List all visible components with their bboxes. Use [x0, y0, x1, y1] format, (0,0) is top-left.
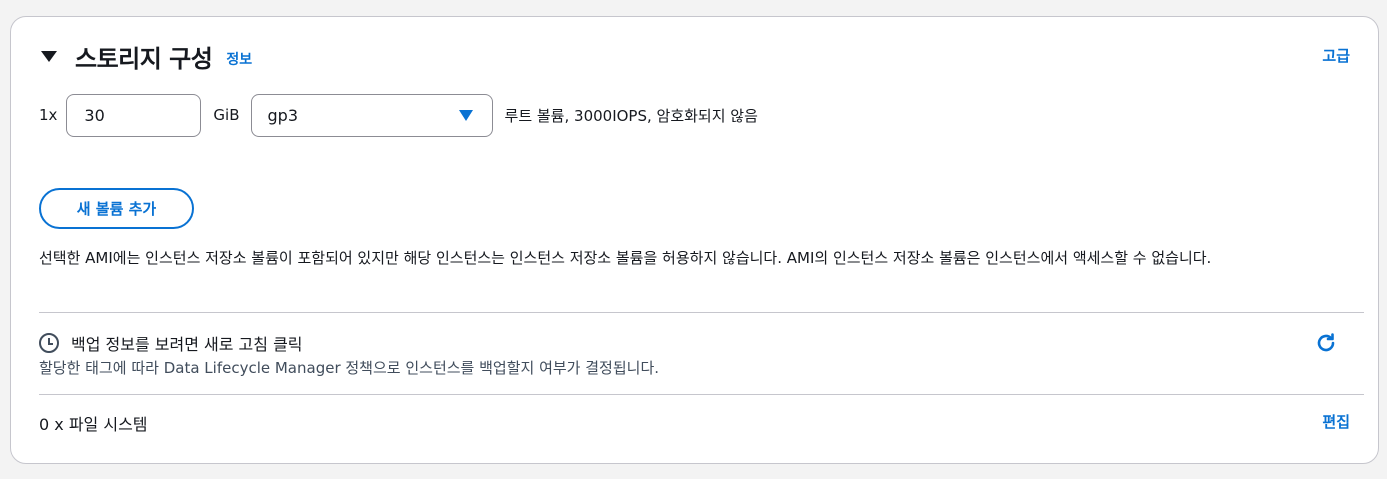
info-link[interactable]: 정보 — [226, 49, 252, 69]
backup-subtitle: 할당한 태그에 따라 Data Lifecycle Manager 정책으로 인… — [39, 359, 660, 377]
volume-size-value: 30 — [84, 105, 105, 125]
divider — [39, 312, 1364, 313]
caret-down-icon[interactable] — [41, 50, 57, 62]
instance-store-notice: 선택한 AMI에는 인스턴스 저장소 볼륨이 포함되어 있지만 해당 인스턴스는… — [39, 249, 1212, 267]
volume-description: 루트 볼륨, 3000IOPS, 암호화되지 않음 — [504, 106, 758, 125]
add-volume-button[interactable]: 새 볼륨 추가 — [39, 188, 194, 229]
refresh-icon[interactable] — [1314, 331, 1338, 355]
chevron-down-icon — [458, 109, 473, 121]
page-title[interactable]: 스토리지 구성 — [75, 39, 213, 74]
divider — [39, 394, 1364, 395]
root-volume-row: 1x 30 GiB gp3 루트 볼륨, 3000IOPS, 암호화되지 않음 — [39, 93, 758, 137]
storage-config-panel: 스토리지 구성 정보 고급 1x 30 GiB gp3 루트 볼륨, 3000I… — [10, 16, 1379, 464]
backup-title: 백업 정보를 보려면 새로 고침 클릭 — [71, 335, 303, 354]
backup-info-row: 백업 정보를 보려면 새로 고침 클릭 — [39, 331, 303, 355]
file-systems-label: 0 x 파일 시스템 — [39, 415, 148, 434]
volume-size-input[interactable]: 30 — [66, 93, 202, 137]
clock-icon — [39, 333, 59, 353]
volume-count-label: 1x — [39, 106, 58, 124]
volume-type-select[interactable]: gp3 — [250, 93, 493, 137]
panel-header: 스토리지 구성 정보 — [41, 39, 252, 73]
volume-unit-label: GiB — [213, 106, 240, 124]
advanced-link[interactable]: 고급 — [1322, 45, 1350, 66]
edit-file-systems-link[interactable]: 편집 — [1322, 411, 1350, 432]
volume-type-value: gp3 — [267, 105, 299, 125]
